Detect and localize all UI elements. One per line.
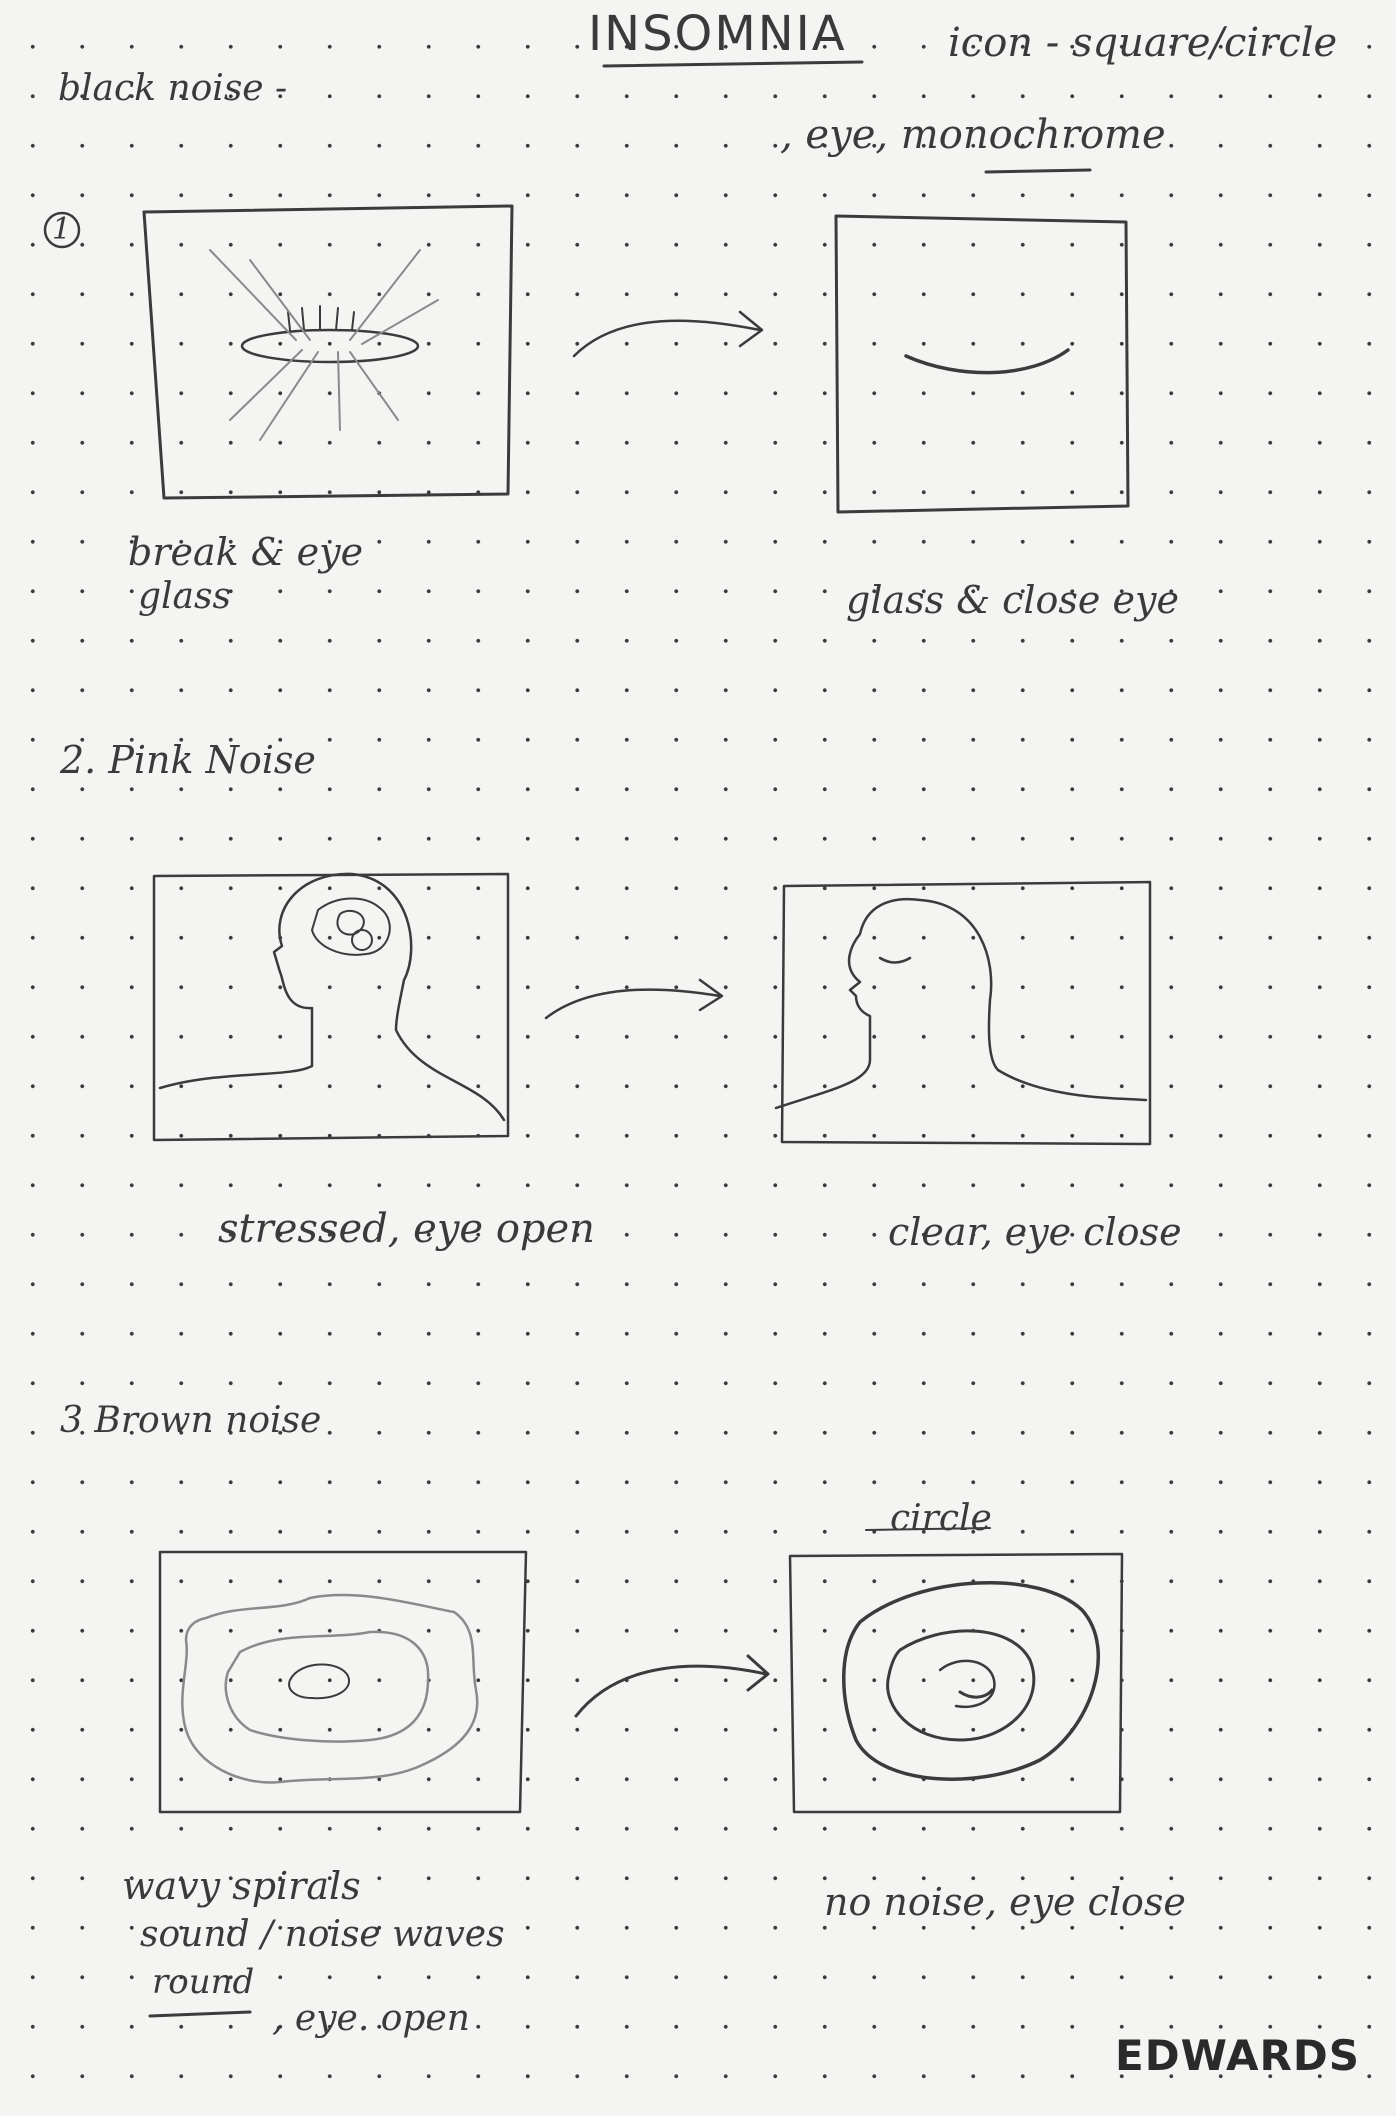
title-underline [602,60,864,68]
edwards-logo: EDWARDS [1115,2031,1360,2080]
sketch-layer [43,60,1152,2018]
frame-3-right [788,1527,1124,1814]
frame-3-left [158,1550,528,1814]
frame-2-left [152,872,510,1142]
frame-1-left [142,204,514,500]
arrow-3 [574,1654,770,1718]
frame-1-right [834,214,1130,514]
frame-2-right [774,880,1152,1146]
monochrome-underline [984,168,1092,174]
round-underline [148,2010,252,2018]
section1-number-circle [43,211,81,249]
arrow-2 [544,978,724,1020]
arrow-1 [572,310,764,358]
